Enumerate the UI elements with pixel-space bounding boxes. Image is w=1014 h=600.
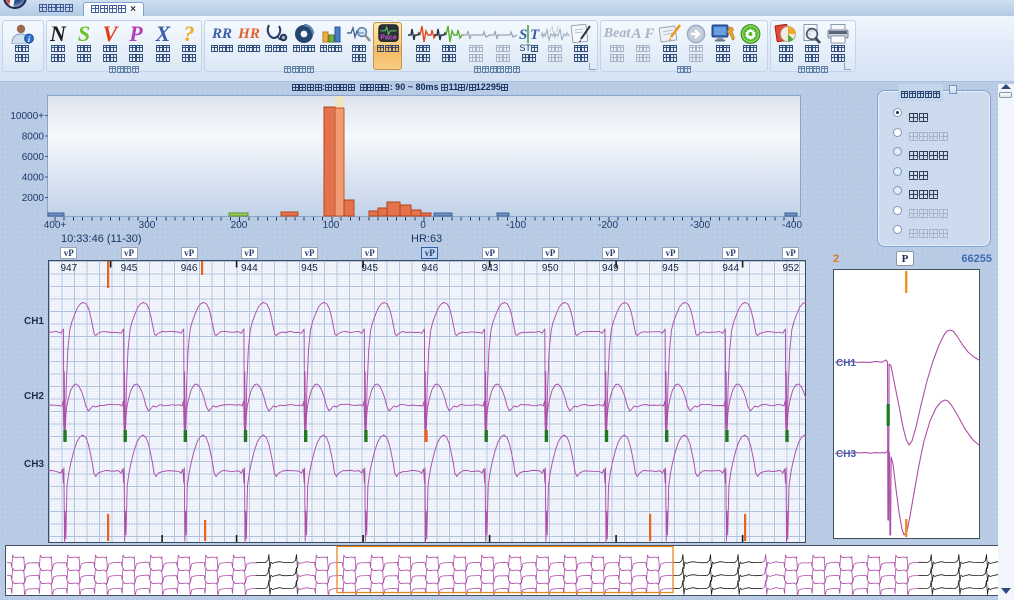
svg-text:8000: 8000 (22, 132, 45, 143)
svg-text:100: 100 (323, 220, 340, 231)
svg-text:952: 952 (782, 263, 799, 274)
svg-text:10000+: 10000+ (10, 111, 44, 122)
svg-text:-300: -300 (690, 220, 710, 231)
svg-text:CH3: CH3 (836, 449, 856, 460)
svg-text:-100: -100 (506, 220, 526, 231)
svg-text:400+: 400+ (44, 220, 67, 231)
svg-text:945: 945 (121, 263, 138, 274)
svg-text:300: 300 (139, 220, 156, 231)
svg-text:2000: 2000 (22, 193, 45, 204)
svg-text:944: 944 (722, 263, 739, 274)
svg-text:945: 945 (361, 263, 378, 274)
svg-text:944: 944 (241, 263, 258, 274)
svg-text:-400: -400 (782, 220, 802, 231)
svg-text:945: 945 (662, 263, 679, 274)
svg-text:6000: 6000 (22, 152, 45, 163)
svg-text:946: 946 (181, 263, 198, 274)
svg-text:947: 947 (60, 263, 77, 274)
svg-text:CH1: CH1 (836, 358, 856, 369)
svg-text:200: 200 (231, 220, 248, 231)
svg-text:S: S (519, 27, 527, 43)
svg-text:Pace: Pace (380, 35, 397, 42)
svg-text:950: 950 (542, 263, 559, 274)
svg-text:946: 946 (421, 263, 438, 274)
svg-text:4000: 4000 (22, 173, 45, 184)
svg-text:A F: A F (548, 25, 561, 34)
svg-text:0: 0 (420, 220, 426, 231)
svg-text:-200: -200 (598, 220, 618, 231)
svg-text:945: 945 (301, 263, 318, 274)
